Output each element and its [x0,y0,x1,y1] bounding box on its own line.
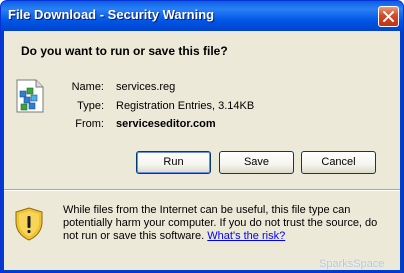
run-button[interactable]: Run [136,151,211,174]
type-label: Type: [77,100,104,112]
title-bar[interactable]: File Download - Security Warning [1,1,403,31]
window-title: File Download - Security Warning [8,7,215,22]
name-label: Name: [71,81,104,93]
name-value: services.reg [116,81,176,93]
whats-the-risk-link[interactable]: What's the risk? [207,230,285,242]
file-download-dialog: File Download - Security Warning Do you … [0,0,404,273]
save-button[interactable]: Save [219,151,294,174]
from-label: From: [75,118,104,130]
cancel-button[interactable]: Cancel [301,151,376,174]
question-heading: Do you want to run or save this file? [21,44,228,58]
type-value: Registration Entries, 3.14KB [116,100,255,112]
shield-warning-icon [15,207,43,241]
registry-file-icon [16,79,44,113]
dialog-body: Do you want to run or save this file? Na… [4,31,400,270]
close-icon [383,11,394,22]
watermark: SparksSpace [319,258,385,270]
warning-message: While files from the Internet can be use… [63,204,389,243]
from-value: serviceseditor.com [116,118,216,130]
file-info-panel: Do you want to run or save this file? Na… [4,31,400,189]
close-button[interactable] [378,6,399,27]
